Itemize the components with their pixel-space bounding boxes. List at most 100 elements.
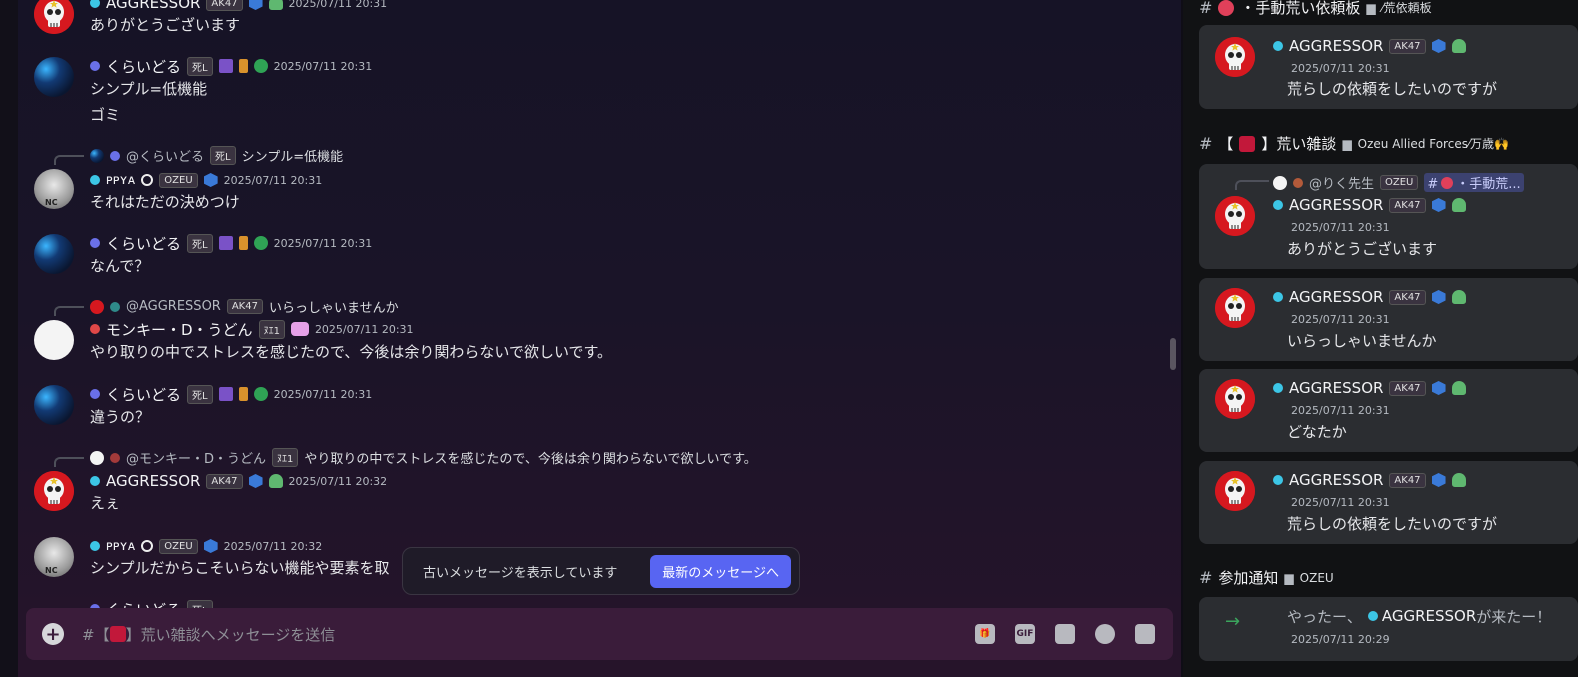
message[interactable]: くらいどる 死L 2025/07/11 20:31 シンプル=低機能 ゴミ xyxy=(32,55,1163,125)
username[interactable]: くらいどる xyxy=(106,233,181,254)
message-card[interactable]: AGGRESSOR AK47 2025/07/11 20:31 荒らしの依頼をし… xyxy=(1199,25,1578,109)
shield-icon xyxy=(248,474,263,488)
message-text: どなたか xyxy=(1287,423,1347,441)
sticker-icon[interactable] xyxy=(1055,624,1075,644)
username[interactable]: ᴘᴘʏᴀ xyxy=(106,173,135,188)
message[interactable]: @くらいどる 死L シンプル=低機能 NC ᴘᴘʏᴀ OZEU 2025/07/… xyxy=(32,145,1163,215)
message-header: くらいどる 死L 2025/07/11 20:31 xyxy=(90,383,372,405)
folder-icon: ▆ xyxy=(1284,570,1294,585)
message[interactable]: @AGGRESSOR AK47 いらっしゃいませんか モンキー・D・うどん ﾇｴ… xyxy=(32,296,1163,366)
avatar[interactable] xyxy=(34,320,74,360)
role-tag: OZEU xyxy=(1380,175,1419,190)
scrollbar-thumb[interactable] xyxy=(1170,338,1176,370)
message-text: なんで？ xyxy=(90,257,150,275)
jump-to-latest-button[interactable]: 最新のメッセージへ xyxy=(650,554,791,588)
message-composer[interactable]: + #【 】荒い雑談へメッセージを送信 🎁 GIF xyxy=(26,608,1173,660)
username[interactable]: AGGRESSOR xyxy=(1289,471,1383,489)
code-icon xyxy=(218,59,233,73)
reply-preview[interactable]: @りく先生 OZEU # ・手動荒... xyxy=(1273,173,1524,192)
message-text: 違うの？ xyxy=(90,408,151,426)
message-input[interactable]: #【 】荒い雑談へメッセージを送信 xyxy=(82,624,335,645)
join-message: やったー、 AGGRESSOR が来たー！ xyxy=(1287,605,1551,627)
avatar[interactable] xyxy=(34,385,74,425)
channel-header[interactable]: # ・手動荒い依頼板 ▆ ⁄荒依頼板 xyxy=(1199,0,1432,18)
timestamp: 2025/07/11 20:31 xyxy=(223,173,323,187)
message[interactable]: @モンキー・D・うどん ﾇｴ1 やり取りの中でストレスを感じたので、今後は余り関… xyxy=(32,447,1163,517)
avatar[interactable] xyxy=(1215,196,1255,236)
leaf-icon xyxy=(1451,198,1466,212)
gamepad-icon[interactable] xyxy=(1135,624,1155,644)
username[interactable]: AGGRESSOR xyxy=(1289,196,1383,214)
username[interactable]: AGGRESSOR xyxy=(106,0,200,12)
message-card[interactable]: AGGRESSOR AK47 2025/07/11 20:31 いらっしゃいませ… xyxy=(1199,278,1578,361)
role-tag: AK47 xyxy=(1389,472,1426,488)
channel-name: ・手動荒い依頼板 xyxy=(1240,0,1361,17)
username[interactable]: AGGRESSOR xyxy=(1289,379,1383,397)
message[interactable]: くらいどる 死L 2025/07/11 20:31 なんで？ xyxy=(32,232,1163,280)
reply-username: @AGGRESSOR xyxy=(126,299,221,314)
shield-icon xyxy=(203,539,218,553)
shield-icon xyxy=(203,173,218,187)
channel-header[interactable]: # 【 】荒い雑談 ▆ Ozeu Allied Forces⁄万歳🙌 xyxy=(1199,133,1509,154)
username[interactable]: くらいどる xyxy=(106,56,181,77)
message-card[interactable]: @りく先生 OZEU # ・手動荒... AGGRESSOR AK47 2025/… xyxy=(1199,164,1578,269)
status-dot xyxy=(1367,611,1378,621)
username[interactable]: モンキー・D・うどん xyxy=(106,319,253,340)
username[interactable]: AGGRESSOR xyxy=(1382,607,1476,625)
reply-connector xyxy=(1235,180,1269,190)
gift-icon[interactable]: 🎁 xyxy=(975,624,995,644)
role-tag: AK47 xyxy=(1389,380,1426,396)
avatar[interactable] xyxy=(34,471,74,511)
message-header: モンキー・D・うどん ﾇｴ1 2025/07/11 20:31 xyxy=(90,318,414,340)
reply-username: @りく先生 xyxy=(1309,177,1375,192)
avatar xyxy=(90,450,104,465)
reply-connector xyxy=(54,457,84,467)
status-dot xyxy=(1273,200,1283,210)
channel-header[interactable]: # 参加通知 ▆ OZEU xyxy=(1199,567,1334,588)
username[interactable]: AGGRESSOR xyxy=(1289,37,1383,55)
timestamp: 2025/07/11 20:32 xyxy=(223,539,323,553)
username[interactable]: ᴘᴘʏᴀ xyxy=(106,539,135,554)
role-tag: AK47 xyxy=(1389,289,1426,305)
username[interactable]: くらいどる xyxy=(106,384,181,405)
message-card[interactable]: AGGRESSOR AK47 2025/07/11 20:31 荒らしの依頼をし… xyxy=(1199,461,1578,544)
timestamp: 2025/07/11 20:32 xyxy=(288,474,388,488)
avatar[interactable] xyxy=(1215,37,1255,77)
reply-preview[interactable]: @AGGRESSOR AK47 いらっしゃいませんか xyxy=(90,297,399,316)
attach-plus-icon[interactable]: + xyxy=(42,623,64,645)
emoji-icon[interactable] xyxy=(1095,624,1115,644)
role-tag: 死L xyxy=(187,56,213,76)
reply-preview[interactable]: @くらいどる 死L シンプル=低機能 xyxy=(90,146,343,165)
smile-icon xyxy=(141,540,154,552)
leaf-icon xyxy=(1451,39,1466,53)
avatar[interactable] xyxy=(1215,288,1255,328)
avatar[interactable] xyxy=(34,57,74,97)
username[interactable]: AGGRESSOR xyxy=(1289,288,1383,306)
avatar[interactable] xyxy=(34,234,74,274)
message[interactable]: AGGRESSOR AK47 2025/07/11 20:31 ありがとうござい… xyxy=(32,0,1163,36)
globe-icon xyxy=(253,236,268,250)
folder-icon: ▆ xyxy=(1366,0,1376,15)
channel-mention[interactable]: # ・手動荒... xyxy=(1424,173,1524,192)
role-tag: OZEU xyxy=(159,538,198,554)
status-dot xyxy=(1273,41,1283,51)
avatar[interactable]: NC xyxy=(34,169,74,209)
join-notification-card[interactable]: → やったー、 AGGRESSOR が来たー！ 2025/07/11 20:29 xyxy=(1199,597,1578,661)
hash-icon: # xyxy=(1199,0,1213,17)
avatar[interactable]: NC xyxy=(34,537,74,577)
reply-preview[interactable]: @モンキー・D・うどん ﾇｴ1 やり取りの中でストレスを感じたので、今後は余り関… xyxy=(90,448,757,467)
shield-icon xyxy=(1431,290,1446,304)
message-card[interactable]: AGGRESSOR AK47 2025/07/11 20:31 どなたか xyxy=(1199,369,1578,452)
avatar[interactable] xyxy=(1215,379,1255,419)
phone-icon xyxy=(238,59,248,73)
folder-icon: ▆ xyxy=(1342,136,1352,151)
avatar-label: NC xyxy=(45,198,58,207)
avatar[interactable] xyxy=(1215,471,1255,511)
message-header: AGGRESSOR AK47 xyxy=(1273,377,1466,399)
category-name: ⁄荒依頼板 xyxy=(1381,1,1432,15)
message[interactable]: くらいどる 死L 2025/07/11 20:31 違うの？ xyxy=(32,383,1163,431)
gif-icon[interactable]: GIF xyxy=(1015,624,1035,644)
avatar[interactable] xyxy=(34,0,74,34)
shield-icon xyxy=(248,0,263,10)
username[interactable]: AGGRESSOR xyxy=(106,472,200,490)
